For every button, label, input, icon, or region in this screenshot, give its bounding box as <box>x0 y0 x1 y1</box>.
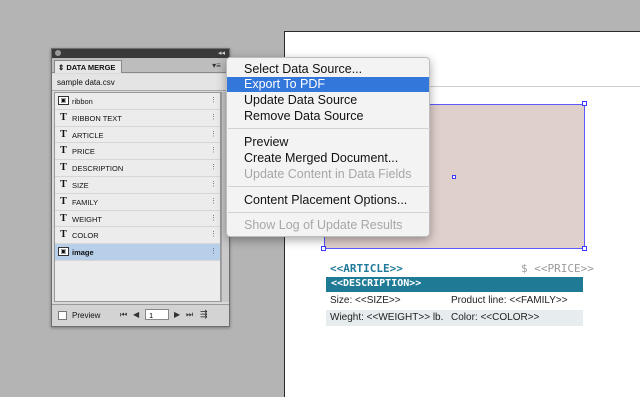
text-field-icon: T <box>60 212 67 224</box>
panel-titlebar[interactable]: ◂◂ <box>52 49 229 58</box>
text-field-icon: T <box>60 145 67 157</box>
spec-row: Wieght: <<WEIGHT>> lb. Color: <<COLOR>> <box>326 310 583 326</box>
field-label: DESCRIPTION <box>72 164 124 174</box>
preview-label: Preview <box>72 311 101 320</box>
go-to-field-icon[interactable]: ⋮ <box>210 230 217 238</box>
data-merge-menu: Select Data Source... Export To PDF Upda… <box>226 57 430 237</box>
menu-separator <box>228 186 430 187</box>
text-field-icon: T <box>60 162 67 174</box>
tab-label: DATA MERGE <box>66 63 116 72</box>
menu-separator <box>228 212 430 213</box>
field-list: ▣ ribbon ⋮ T RIBBON TEXT ⋮ T ARTICLE ⋮ T PRICE ⋮… <box>54 92 221 302</box>
menu-item-remove-data-source[interactable]: Remove Data Source <box>227 109 429 124</box>
image-field-icon: ▣ <box>58 96 69 105</box>
text-field-icon: T <box>60 195 67 207</box>
create-merged-document-icon[interactable]: ⇶ <box>200 309 208 320</box>
tab-arrows-icon: ⇕ <box>58 63 65 72</box>
spec-row: Size: <<SIZE>> Product line: <<FAMILY>> <box>326 293 583 309</box>
list-item[interactable]: T SIZE ⋮ <box>55 177 220 194</box>
list-item[interactable]: T PRICE ⋮ <box>55 143 220 161</box>
go-to-field-icon[interactable]: ⋮ <box>210 247 217 255</box>
list-item-selected[interactable]: ▣ image ⋮ <box>55 244 220 261</box>
menu-item-create-merged-document[interactable]: Create Merged Document... <box>227 151 429 166</box>
field-label: COLOR <box>72 231 99 241</box>
list-item[interactable]: T DESCRIPTION ⋮ <box>55 160 220 177</box>
collapse-arrows-icon[interactable]: ◂◂ <box>218 49 225 58</box>
menu-item-update-content: Update Content in Data Fields <box>244 167 412 181</box>
close-icon[interactable] <box>55 50 61 56</box>
text-field-icon: T <box>60 229 67 241</box>
menu-item-content-placement-options[interactable]: Content Placement Options... <box>227 193 429 208</box>
previous-record-icon[interactable]: ◀ <box>133 310 139 319</box>
frame-handle[interactable] <box>582 246 587 251</box>
panel-tabbar: ⇕ DATA MERGE ▾≡ <box>52 58 229 73</box>
data-merge-panel: ◂◂ ⇕ DATA MERGE ▾≡ sample data.csv ▣ ribb… <box>51 48 230 327</box>
last-record-icon[interactable]: ⏭ <box>186 310 193 320</box>
menu-item-export-to-pdf[interactable]: Export To PDF <box>227 77 429 92</box>
go-to-field-icon[interactable]: ⋮ <box>210 197 217 205</box>
field-label: PRICE <box>72 147 95 157</box>
frame-center-point[interactable] <box>452 175 456 179</box>
list-item[interactable]: T ARTICLE ⋮ <box>55 127 220 144</box>
panel-footer: Preview ⏮ ◀ 1 ▶ ⏭ ⇶ <box>52 304 229 326</box>
family-placeholder[interactable]: Product line: <<FAMILY>> <box>451 295 568 306</box>
go-to-field-icon[interactable]: ⋮ <box>210 180 217 188</box>
go-to-field-icon[interactable]: ⋮ <box>210 146 217 154</box>
text-field-icon: T <box>60 111 67 123</box>
record-number-field[interactable]: 1 <box>145 309 169 320</box>
tab-data-merge[interactable]: ⇕ DATA MERGE <box>54 60 122 73</box>
list-item[interactable]: ▣ ribbon ⋮ <box>55 93 220 110</box>
text-field-icon: T <box>60 178 67 190</box>
image-field-icon: ▣ <box>58 247 69 257</box>
go-to-field-icon[interactable]: ⋮ <box>210 214 217 222</box>
go-to-field-icon[interactable]: ⋮ <box>210 96 217 104</box>
first-record-icon[interactable]: ⏮ <box>120 310 127 320</box>
color-placeholder[interactable]: Color: <<COLOR>> <box>451 312 539 323</box>
list-item[interactable]: T COLOR ⋮ <box>55 227 220 245</box>
price-placeholder[interactable]: $ <<PRICE>> <box>521 262 594 275</box>
next-record-icon[interactable]: ▶ <box>174 310 180 319</box>
list-item[interactable]: T WEIGHT ⋮ <box>55 211 220 228</box>
data-source-label: sample data.csv <box>52 74 229 91</box>
field-label: RIBBON TEXT <box>72 113 122 123</box>
size-placeholder[interactable]: Size: <<SIZE>> <box>330 295 401 306</box>
panel-menu-icon[interactable]: ▾≡ <box>210 61 223 70</box>
list-item[interactable]: T FAMILY ⋮ <box>55 194 220 211</box>
go-to-field-icon[interactable]: ⋮ <box>210 163 217 171</box>
field-label: WEIGHT <box>72 214 102 224</box>
go-to-field-icon[interactable]: ⋮ <box>210 113 217 121</box>
field-label: FAMILY <box>72 197 99 207</box>
menu-item-update-data-source[interactable]: Update Data Source <box>227 93 429 108</box>
field-label: image <box>72 248 94 258</box>
frame-handle[interactable] <box>321 246 326 251</box>
field-label: ribbon <box>72 97 93 106</box>
menu-item-select-data-source[interactable]: Select Data Source... <box>227 62 429 77</box>
field-label: SIZE <box>72 180 89 190</box>
field-label: ARTICLE <box>72 130 104 140</box>
list-item[interactable]: T RIBBON TEXT ⋮ <box>55 110 220 127</box>
weight-placeholder[interactable]: Wieght: <<WEIGHT>> lb. <box>330 312 443 323</box>
go-to-field-icon[interactable]: ⋮ <box>210 130 217 138</box>
frame-handle[interactable] <box>582 101 587 106</box>
menu-item-preview[interactable]: Preview <box>227 135 429 150</box>
description-placeholder[interactable]: <<DESCRIPTION>> <box>326 277 583 292</box>
menu-item-show-log: Show Log of Update Results <box>244 218 403 232</box>
text-field-icon: T <box>60 128 67 140</box>
preview-checkbox[interactable] <box>58 311 67 320</box>
menu-separator <box>228 128 430 129</box>
article-placeholder[interactable]: <<ARTICLE>> <box>330 262 403 275</box>
